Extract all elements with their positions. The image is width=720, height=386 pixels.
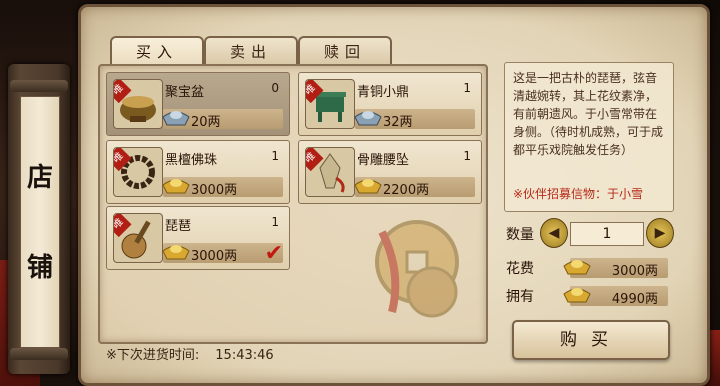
item-count: 1	[271, 149, 279, 163]
shop-item[interactable]: 唯 聚宝盆 0 20两	[106, 72, 290, 136]
item-count: 1	[463, 149, 471, 163]
recruit-note: ※伙伴招募信物：于小雪	[513, 187, 644, 201]
owned-value: 4990两	[611, 292, 658, 307]
item-description: 这是一把古朴的琵琶，弦音清越婉转，其上花纹素净，有前朝遗风。于小雪常带在身侧。（…	[513, 71, 664, 157]
shop-item[interactable]: 唯 青铜小鼎 1 32两	[298, 72, 482, 136]
gold-ingot-icon	[563, 260, 591, 275]
scroll-cap-bottom	[10, 348, 68, 360]
coin-decoration-icon	[375, 220, 459, 318]
shop-item[interactable]: 唯 琵琶 1 3000两 ✔	[106, 206, 290, 270]
pipa-lute-icon: 唯	[113, 213, 163, 263]
item-name: 黑檀佛珠	[165, 153, 218, 168]
item-price: 3000两	[191, 183, 238, 198]
item-name: 骨雕腰坠	[357, 153, 410, 168]
bone-pendant-icon: 唯	[305, 147, 355, 197]
buy-button[interactable]: 购买	[512, 320, 670, 360]
item-count: 0	[271, 81, 279, 95]
scroll-paper: 店 铺	[20, 96, 60, 348]
prayer-beads-icon: 唯	[113, 147, 163, 197]
quantity-input[interactable]: 1	[570, 222, 644, 246]
shop-item[interactable]: 唯 骨雕腰坠 1 2200两	[298, 140, 482, 204]
silver-ingot-icon	[162, 111, 190, 126]
quantity-label: 数量	[506, 227, 534, 243]
quantity-decrease-button[interactable]: ◀	[540, 218, 568, 248]
tab-buy[interactable]: 买入	[110, 36, 204, 66]
item-price: 3000两	[191, 249, 238, 264]
price-bar: 2200两	[354, 177, 475, 198]
bronze-cauldron-icon: 唯	[305, 79, 355, 129]
item-price: 20两	[191, 115, 221, 130]
shop-title-char-2: 铺	[26, 253, 53, 283]
cost-value: 3000两	[611, 264, 658, 279]
checkmark-icon: ✔	[264, 241, 283, 266]
treasure-bowl-icon: 唯	[113, 79, 163, 129]
quantity-increase-button[interactable]: ▶	[646, 218, 674, 248]
item-description-box: 这是一把古朴的琵琶，弦音清越婉转，其上花纹素净，有前朝遗风。于小雪常带在身侧。（…	[504, 62, 674, 212]
restock-time: 15:43:46	[215, 348, 274, 363]
item-name: 青铜小鼎	[357, 85, 410, 100]
item-price: 32两	[383, 115, 413, 130]
silver-ingot-icon	[354, 111, 382, 126]
price-bar: 32两	[354, 109, 475, 130]
item-price: 2200两	[383, 183, 430, 198]
item-name: 琵琶	[165, 219, 192, 234]
cost-label: 花费	[506, 261, 534, 277]
scroll-cap-top	[10, 80, 68, 92]
shop-title-scroll: 店 铺	[8, 64, 70, 374]
price-bar: 3000两	[162, 177, 283, 198]
tab-redeem[interactable]: 赎回	[298, 36, 392, 66]
item-count: 1	[271, 215, 279, 229]
shop-title-char-1: 店	[26, 163, 53, 193]
item-name: 聚宝盆	[165, 85, 205, 100]
restock-timer: ※下次进货时间: 15:43:46	[106, 344, 274, 363]
gold-ingot-icon	[354, 179, 382, 194]
shop-item[interactable]: 唯 黑檀佛珠 1 3000两	[106, 140, 290, 204]
owned-label: 拥有	[506, 289, 534, 305]
gold-ingot-icon	[162, 179, 190, 194]
owned-bar: 4990两	[563, 286, 668, 307]
price-bar: 20两	[162, 109, 283, 130]
restock-label: ※下次进货时间:	[106, 348, 200, 363]
tab-sell[interactable]: 卖出	[204, 36, 298, 66]
gold-ingot-icon	[162, 245, 190, 260]
item-count: 1	[463, 81, 471, 95]
cost-bar: 3000两	[563, 258, 668, 279]
gold-ingot-icon	[563, 288, 591, 303]
